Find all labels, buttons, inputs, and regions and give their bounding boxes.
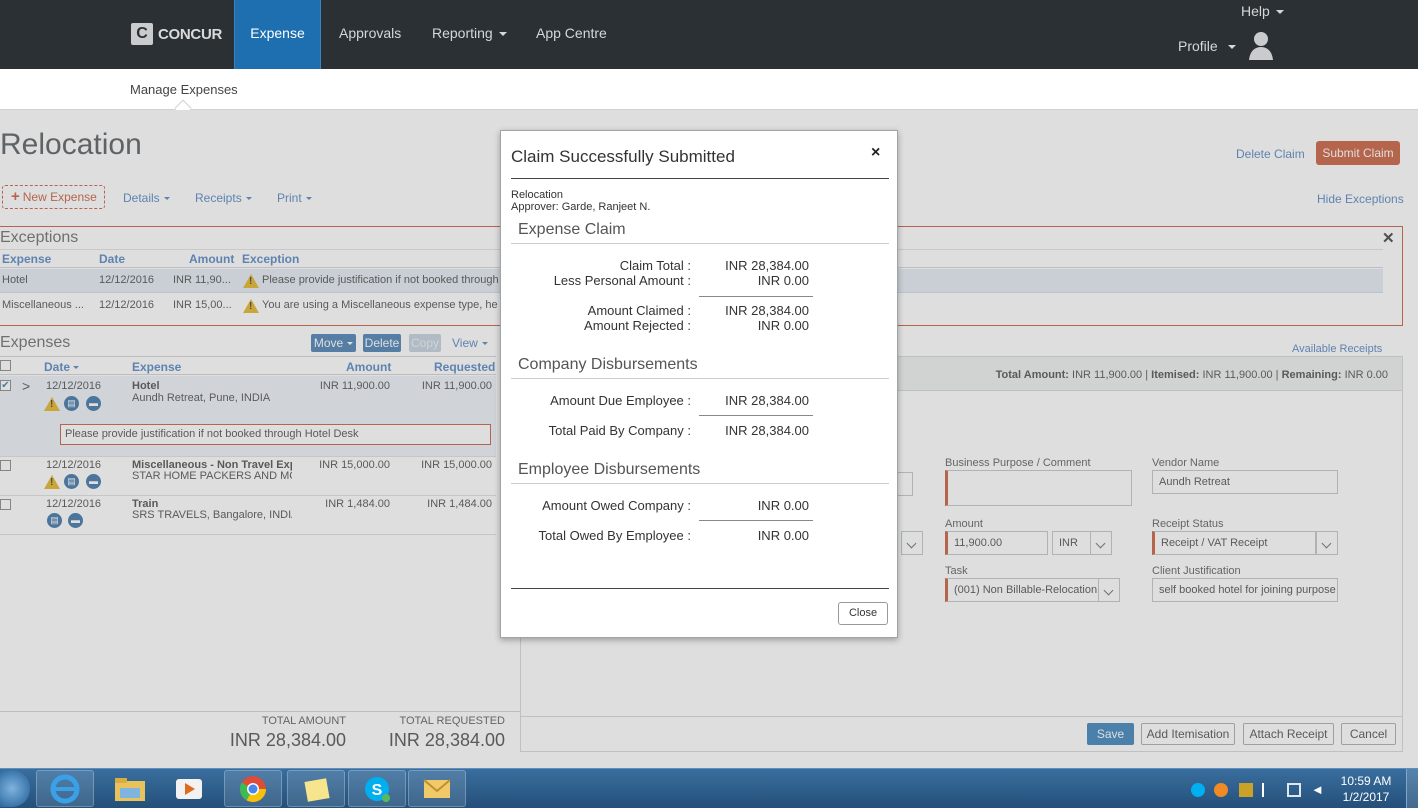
skype-icon[interactable]: S (348, 770, 406, 807)
chevron-down-icon (1227, 45, 1236, 50)
system-clock[interactable]: 10:59 AM 1/2/2017 (1336, 773, 1396, 805)
amount-due-employee-value: INR 28,384.00 (725, 393, 809, 408)
approver: Approver: Garde, Ranjeet N. (511, 201, 651, 213)
amount-claimed-label: Amount Claimed : (587, 303, 691, 318)
flag-icon[interactable] (1262, 783, 1276, 797)
file-explorer-icon[interactable] (100, 770, 158, 807)
less-personal-value: INR 0.00 (757, 273, 809, 288)
close-button[interactable]: Close (838, 602, 888, 625)
less-personal-label: Less Personal Amount : (553, 273, 691, 288)
section-rule (511, 243, 889, 244)
amount-rejected-label: Amount Rejected : (584, 318, 691, 333)
avatar-icon[interactable] (1248, 29, 1274, 61)
profile-menu[interactable]: Profile (1178, 38, 1236, 54)
clock-date: 1/2/2017 (1342, 790, 1390, 804)
concur-logo[interactable]: C CONCUR (131, 22, 222, 46)
sum-line (699, 415, 813, 416)
close-icon[interactable]: × (871, 144, 880, 162)
amount-due-employee-label: Amount Due Employee : (550, 393, 691, 408)
nav-app-centre[interactable]: App Centre (518, 0, 625, 69)
section-rule (511, 378, 889, 379)
amount-owed-company-value: INR 0.00 (757, 498, 809, 513)
claim-submitted-dialog: Claim Successfully Submitted × Relocatio… (500, 130, 898, 638)
nav-reporting[interactable]: Reporting (414, 0, 525, 69)
chevron-down-icon (1275, 10, 1284, 15)
concur-logo-mark: C (131, 23, 153, 45)
section-rule (511, 483, 889, 484)
dialog-footer-rule (511, 588, 889, 589)
help-menu[interactable]: Help (1241, 3, 1284, 19)
subnav-manage-expenses[interactable]: Manage Expenses (130, 82, 238, 97)
skype-tray-icon[interactable] (1191, 783, 1205, 797)
sum-line (699, 296, 813, 297)
network-icon[interactable] (1287, 783, 1301, 797)
expense-claim-heading: Expense Claim (518, 221, 626, 238)
claim-total-label: Claim Total : (619, 258, 691, 273)
profile-label: Profile (1178, 38, 1218, 54)
sum-line (699, 520, 813, 521)
chrome-icon[interactable] (224, 770, 282, 807)
tray-app-icon[interactable] (1214, 783, 1228, 797)
employee-disbursements-heading: Employee Disbursements (518, 461, 701, 478)
amount-claimed-value: INR 28,384.00 (725, 303, 809, 318)
show-desktop-button[interactable] (1406, 769, 1418, 808)
nav-approvals[interactable]: Approvals (321, 0, 419, 69)
total-paid-company-value: INR 28,384.00 (725, 423, 809, 438)
security-icon[interactable] (1239, 783, 1253, 797)
amount-owed-company-label: Amount Owed Company : (542, 498, 691, 513)
concur-logo-text: CONCUR (158, 25, 223, 43)
dialog-title: Claim Successfully Submitted (511, 147, 735, 166)
sticky-notes-icon[interactable] (287, 770, 345, 807)
amount-rejected-value: INR 0.00 (757, 318, 809, 333)
media-player-icon[interactable] (160, 770, 218, 807)
top-navigation-bar: C CONCUR Expense Approvals Reporting App… (0, 0, 1418, 69)
outlook-icon[interactable] (408, 770, 466, 807)
total-owed-employee-label: Total Owed By Employee : (538, 528, 691, 543)
total-owed-employee-value: INR 0.00 (757, 528, 809, 543)
nav-reporting-label: Reporting (432, 25, 493, 41)
help-label: Help (1241, 3, 1270, 19)
chevron-down-icon (498, 32, 507, 37)
report-name: Relocation (511, 189, 563, 201)
total-paid-company-label: Total Paid By Company : (548, 423, 691, 438)
claim-total-value: INR 28,384.00 (725, 258, 809, 273)
dialog-header-rule (511, 178, 889, 179)
clock-time: 10:59 AM (1340, 774, 1392, 788)
volume-icon[interactable]: ◄ (1311, 783, 1325, 797)
svg-text:S: S (372, 782, 383, 799)
company-disbursements-heading: Company Disbursements (518, 356, 698, 373)
internet-explorer-icon[interactable] (36, 770, 94, 807)
nav-expense[interactable]: Expense (234, 0, 321, 69)
